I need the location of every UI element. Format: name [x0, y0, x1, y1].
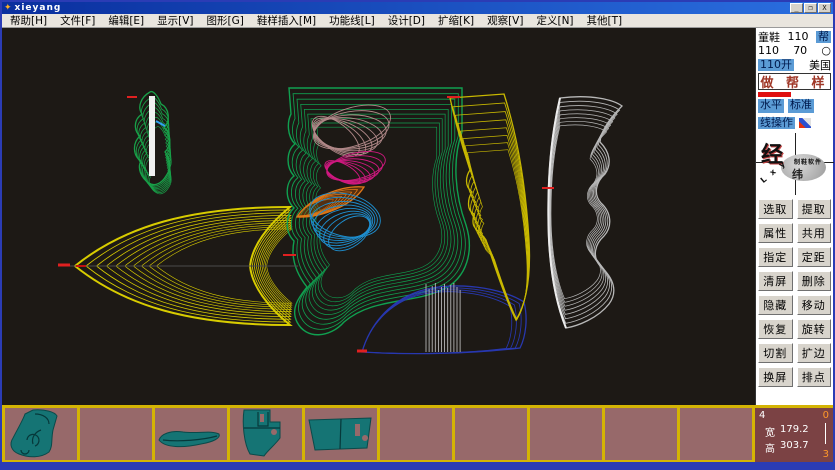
pattern-thumbnail-panel	[305, 408, 375, 458]
window-title: xieyang	[15, 3, 789, 13]
menu-pattern-insert[interactable]: 鞋样插入[M]	[257, 13, 316, 28]
height-label: 高	[765, 440, 775, 455]
menu-observe[interactable]: 观察[V]	[487, 13, 523, 28]
film-cell-2[interactable]	[80, 408, 155, 460]
size-row-3: 110开 美国	[758, 58, 831, 71]
menu-zoom[interactable]: 扩缩[K]	[438, 13, 474, 28]
make-upper-button[interactable]: 做 帮 样	[758, 73, 831, 90]
canvas-piece-sole-outline-blue	[362, 286, 526, 354]
canvas-piece-crescent-nest-white	[548, 97, 622, 328]
red-indicator-bar	[758, 92, 791, 97]
menu-file[interactable]: 文件[F]	[60, 13, 95, 28]
brand-logo: 经 制鞋软件 纬 L x y	[758, 133, 831, 195]
shoe-type-label: 童鞋	[758, 29, 780, 45]
maximize-button[interactable]: ❐	[804, 3, 817, 13]
line-operation-toggle[interactable]: 线操作	[758, 117, 795, 129]
menu-function-line[interactable]: 功能线[L]	[329, 13, 375, 28]
canvas-svg	[2, 28, 755, 405]
tool-delete[interactable]: 删除	[797, 271, 832, 291]
tool-restore[interactable]: 恢复	[758, 319, 793, 339]
shoe-size-value: 110	[788, 30, 809, 43]
width-label: 宽	[765, 424, 775, 439]
menu-help[interactable]: 帮助[H]	[10, 13, 47, 28]
film-cell-10[interactable]	[680, 408, 755, 460]
film-cell-8[interactable]	[530, 408, 605, 460]
menu-graphics[interactable]: 图形[G]	[207, 13, 244, 28]
film-cell-4[interactable]	[230, 408, 305, 460]
size-system-chip[interactable]: 110开	[758, 59, 794, 71]
sidebar: 童鞋 110 帮 110 70 ○ 110开 美国 做 帮 样 水平 标准 线操…	[755, 28, 833, 405]
film-cell-6[interactable]	[380, 408, 455, 460]
height-readout: 高 303.7	[765, 440, 809, 455]
width-readout: 宽 179.2	[765, 424, 809, 439]
tool-hide[interactable]: 隐藏	[758, 295, 793, 315]
status-slider[interactable]	[825, 423, 826, 444]
tool-fixed-distance[interactable]: 定距	[797, 247, 832, 267]
menu-bar: 帮助[H] 文件[F] 编辑[E] 显示[V] 图形[G] 鞋样插入[M] 功能…	[2, 14, 833, 28]
menu-design[interactable]: 设计[D]	[388, 13, 425, 28]
pattern-thumbnail-sole	[155, 408, 225, 458]
pattern-thumbnail-strip	[2, 405, 755, 462]
tool-button-grid: 选取 提取 属性 共用 指定 定距 清屏 删除 隐藏 移动 恢复 旋转 切割 扩…	[758, 199, 831, 387]
menu-display[interactable]: 显示[V]	[157, 13, 193, 28]
canvas-mesh-mesh-magenta	[321, 146, 388, 189]
logo-tagline: 制鞋软件	[794, 157, 822, 166]
region-label: 美国	[809, 57, 831, 73]
radio-icon[interactable]: ○	[821, 44, 831, 57]
film-cell-1[interactable]	[5, 408, 80, 460]
status-count-left: 4	[759, 410, 765, 421]
status-panel: 4 0 宽 179.2 高 303.7 3	[755, 405, 833, 462]
size-a-value: 110	[758, 44, 779, 57]
tool-switch-screen[interactable]: 换屏	[758, 367, 793, 387]
menu-define[interactable]: 定义[N]	[536, 13, 573, 28]
pattern-thumbnail-boot1	[5, 408, 75, 458]
pattern-thumbnail-boot2	[230, 408, 300, 458]
film-cell-5[interactable]	[305, 408, 380, 460]
film-cell-9[interactable]	[605, 408, 680, 460]
menu-edit[interactable]: 编辑[E]	[108, 13, 144, 28]
menu-other[interactable]: 其他[T]	[587, 13, 623, 28]
mode-toggles: 水平 标准	[758, 99, 831, 113]
height-value: 303.7	[780, 440, 809, 455]
status-count-right: 0	[823, 410, 829, 421]
white-bar-mark	[149, 96, 155, 176]
logo-wei-character: 纬	[792, 166, 803, 182]
line-op-icon	[799, 118, 811, 128]
tool-move[interactable]: 移动	[797, 295, 832, 315]
standard-toggle[interactable]: 标准	[788, 99, 814, 113]
tool-clear-screen[interactable]: 清屏	[758, 271, 793, 291]
width-value: 179.2	[780, 424, 809, 439]
size-row-2: 110 70 ○	[758, 44, 831, 57]
close-button[interactable]: X	[818, 3, 831, 13]
upper-chip[interactable]: 帮	[816, 31, 831, 43]
line-operation-row: 线操作	[758, 115, 831, 130]
design-canvas[interactable]	[2, 28, 755, 405]
status-count-bottom: 3	[823, 449, 829, 460]
size-row-1: 童鞋 110 帮	[758, 30, 831, 43]
tool-select[interactable]: 选取	[758, 199, 793, 219]
horizontal-toggle[interactable]: 水平	[758, 99, 784, 113]
tool-cut[interactable]: 切割	[758, 343, 793, 363]
minimize-button[interactable]: _	[790, 3, 803, 13]
tool-rotate[interactable]: 旋转	[797, 319, 832, 339]
size-b-value: 70	[793, 44, 807, 57]
tool-assign[interactable]: 指定	[758, 247, 793, 267]
film-cell-7[interactable]	[455, 408, 530, 460]
app-window: ✦ xieyang _ ❐ X 帮助[H] 文件[F] 编辑[E] 显示[V] …	[0, 0, 835, 470]
app-icon: ✦	[4, 3, 12, 13]
tool-attribute[interactable]: 属性	[758, 223, 793, 243]
tool-expand-edge[interactable]: 扩边	[797, 343, 832, 363]
tool-shared[interactable]: 共用	[797, 223, 832, 243]
tool-arrange-points[interactable]: 排点	[797, 367, 832, 387]
tool-extract[interactable]: 提取	[797, 199, 832, 219]
film-cell-3[interactable]	[155, 408, 230, 460]
